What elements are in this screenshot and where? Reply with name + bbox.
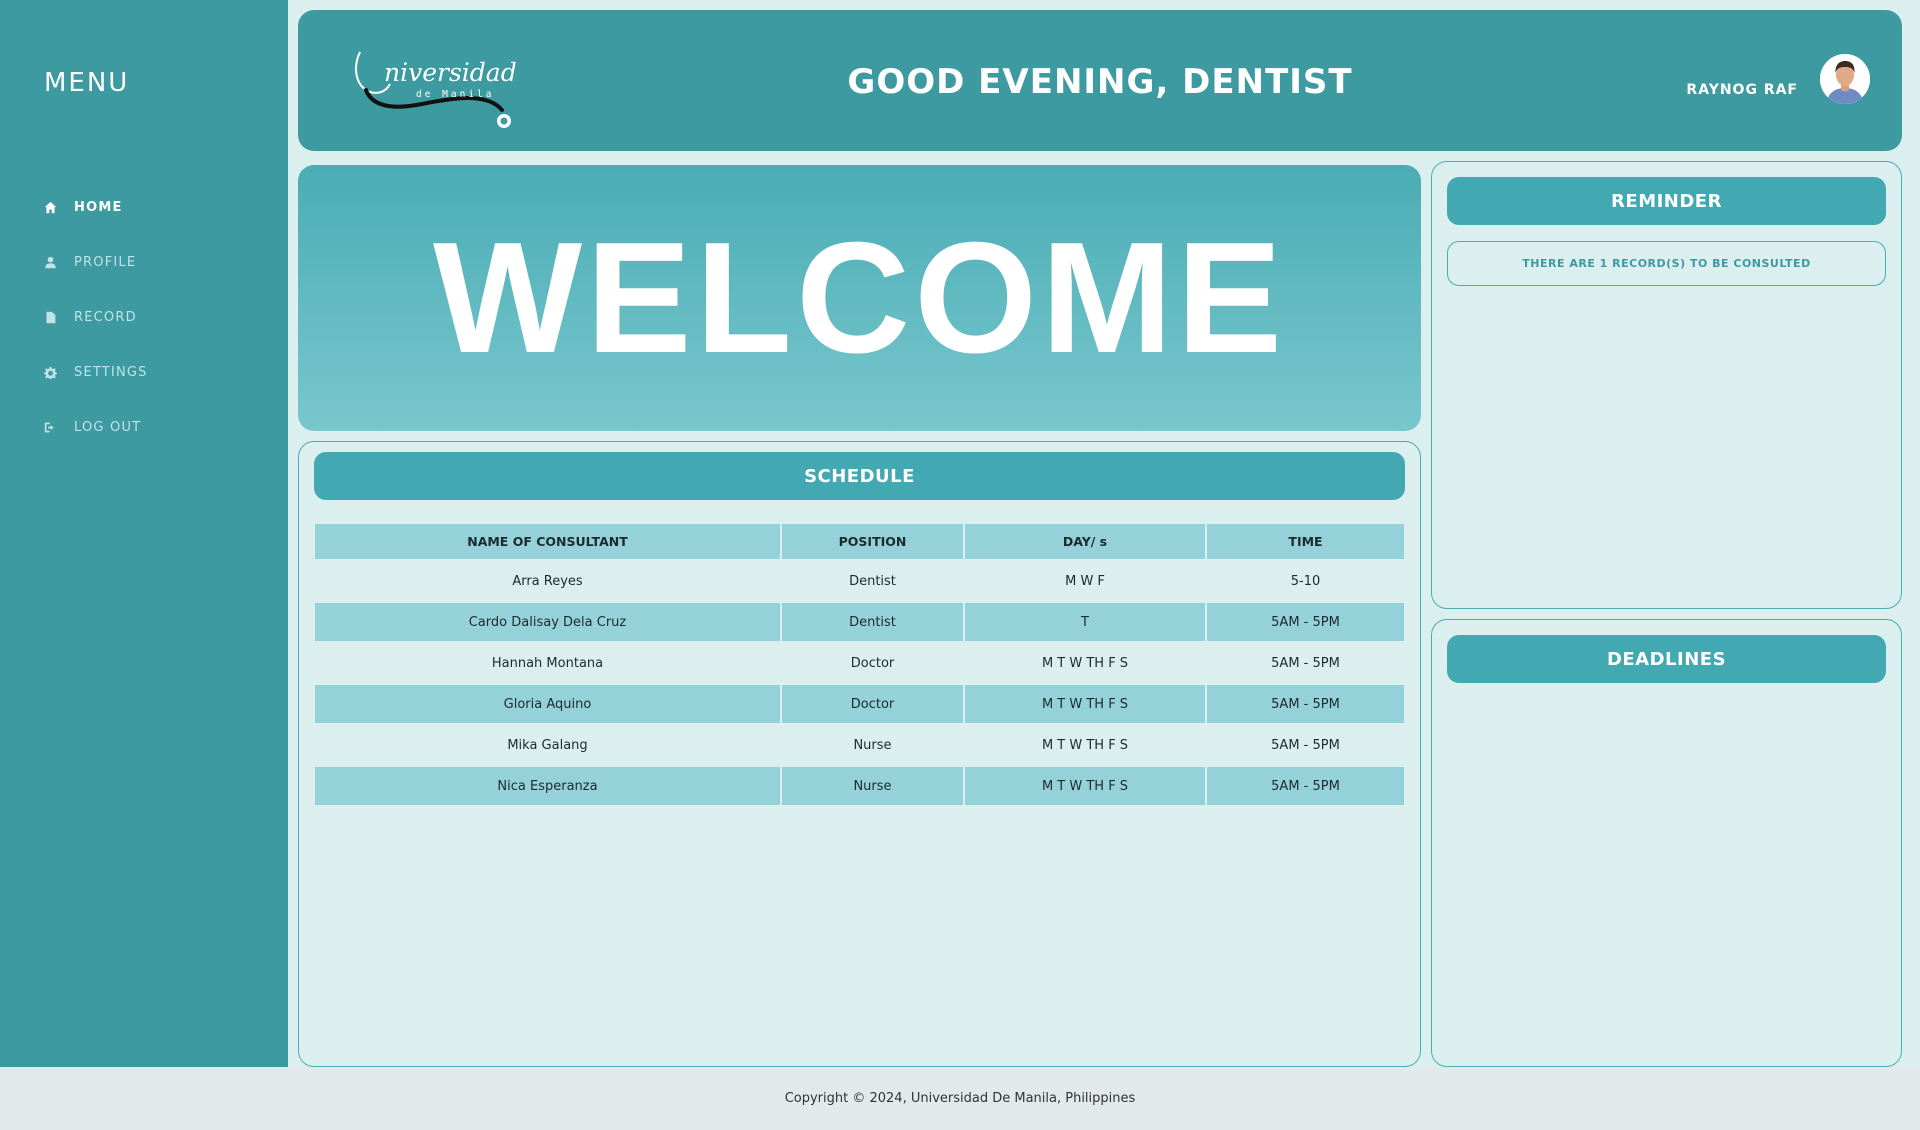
cell-time: 5AM - 5PM [1207,682,1404,723]
cell-days: T [965,600,1207,641]
column-header-days: DAY/ s [965,524,1207,559]
table-row: Hannah Montana Doctor M T W TH F S 5AM -… [315,641,1404,682]
cell-position: Dentist [782,559,965,600]
column-header-position: POSITION [782,524,965,559]
deadlines-header: DEADLINES [1447,635,1886,683]
cell-name: Arra Reyes [315,559,782,600]
cell-days: M W F [965,559,1207,600]
cell-days: M T W TH F S [965,641,1207,682]
cell-time: 5AM - 5PM [1207,764,1404,805]
logout-icon [44,421,74,435]
user-icon [44,256,74,270]
gear-icon [44,366,74,380]
welcome-banner: WELCOME [298,165,1421,431]
cell-position: Doctor [782,682,965,723]
table-header-row: NAME OF CONSULTANT POSITION DAY/ s TIME [315,524,1404,559]
schedule-panel: SCHEDULE NAME OF CONSULTANT POSITION DAY… [298,441,1421,1067]
table-row: Cardo Dalisay Dela Cruz Dentist T 5AM - … [315,600,1404,641]
sidebar-item-home[interactable]: HOME [44,180,148,235]
cell-name: Cardo Dalisay Dela Cruz [315,600,782,641]
sidebar-item-profile[interactable]: PROFILE [44,235,148,290]
cell-position: Nurse [782,723,965,764]
welcome-text: WELCOME [432,209,1287,386]
greeting-title: GOOD EVENING, DENTIST [847,62,1353,102]
avatar[interactable] [1820,54,1870,104]
schedule-table: NAME OF CONSULTANT POSITION DAY/ s TIME … [315,524,1404,805]
table-row: Mika Galang Nurse M T W TH F S 5AM - 5PM [315,723,1404,764]
schedule-header: SCHEDULE [314,452,1405,500]
cell-name: Nica Esperanza [315,764,782,805]
cell-position: Nurse [782,764,965,805]
file-icon [44,311,74,325]
reminder-panel: REMINDER THERE ARE 1 RECORD(S) TO BE CON… [1431,161,1902,609]
home-icon [44,201,74,215]
user-name[interactable]: RAYNOG RAF [1686,82,1798,98]
cell-time: 5AM - 5PM [1207,641,1404,682]
sidebar-item-label: SETTINGS [74,365,148,380]
sidebar-item-label: HOME [74,200,123,215]
cell-time: 5-10 [1207,559,1404,600]
table-row: Arra Reyes Dentist M W F 5-10 [315,559,1404,600]
deadlines-panel: DEADLINES [1431,619,1902,1067]
reminder-message[interactable]: THERE ARE 1 RECORD(S) TO BE CONSULTED [1447,241,1886,286]
cell-days: M T W TH F S [965,764,1207,805]
table-row: Gloria Aquino Doctor M T W TH F S 5AM - … [315,682,1404,723]
cell-days: M T W TH F S [965,682,1207,723]
sidebar: MENU HOME PROFILE RECORD SETTINGS LOG OU… [0,0,288,1067]
cell-name: Hannah Montana [315,641,782,682]
cell-days: M T W TH F S [965,723,1207,764]
menu-title: MENU [44,68,130,98]
cell-time: 5AM - 5PM [1207,723,1404,764]
table-row: Nica Esperanza Nurse M T W TH F S 5AM - … [315,764,1404,805]
column-header-name: NAME OF CONSULTANT [315,524,782,559]
footer: Copyright © 2024, Universidad De Manila,… [0,1067,1920,1130]
user-photo-icon [1820,54,1870,104]
cell-position: Dentist [782,600,965,641]
reminder-header: REMINDER [1447,177,1886,225]
sidebar-nav: HOME PROFILE RECORD SETTINGS LOG OUT [44,180,148,455]
column-header-time: TIME [1207,524,1404,559]
sidebar-item-record[interactable]: RECORD [44,290,148,345]
cell-name: Gloria Aquino [315,682,782,723]
sidebar-item-label: LOG OUT [74,420,142,435]
sidebar-item-logout[interactable]: LOG OUT [44,400,148,455]
cell-position: Doctor [782,641,965,682]
copyright-text: Copyright © 2024, Universidad De Manila,… [784,1091,1136,1106]
cell-time: 5AM - 5PM [1207,600,1404,641]
sidebar-item-label: RECORD [74,310,137,325]
top-header: niversidad de Manila GOOD EVENING, DENTI… [298,10,1902,151]
sidebar-item-settings[interactable]: SETTINGS [44,345,148,400]
cell-name: Mika Galang [315,723,782,764]
sidebar-item-label: PROFILE [74,255,137,270]
